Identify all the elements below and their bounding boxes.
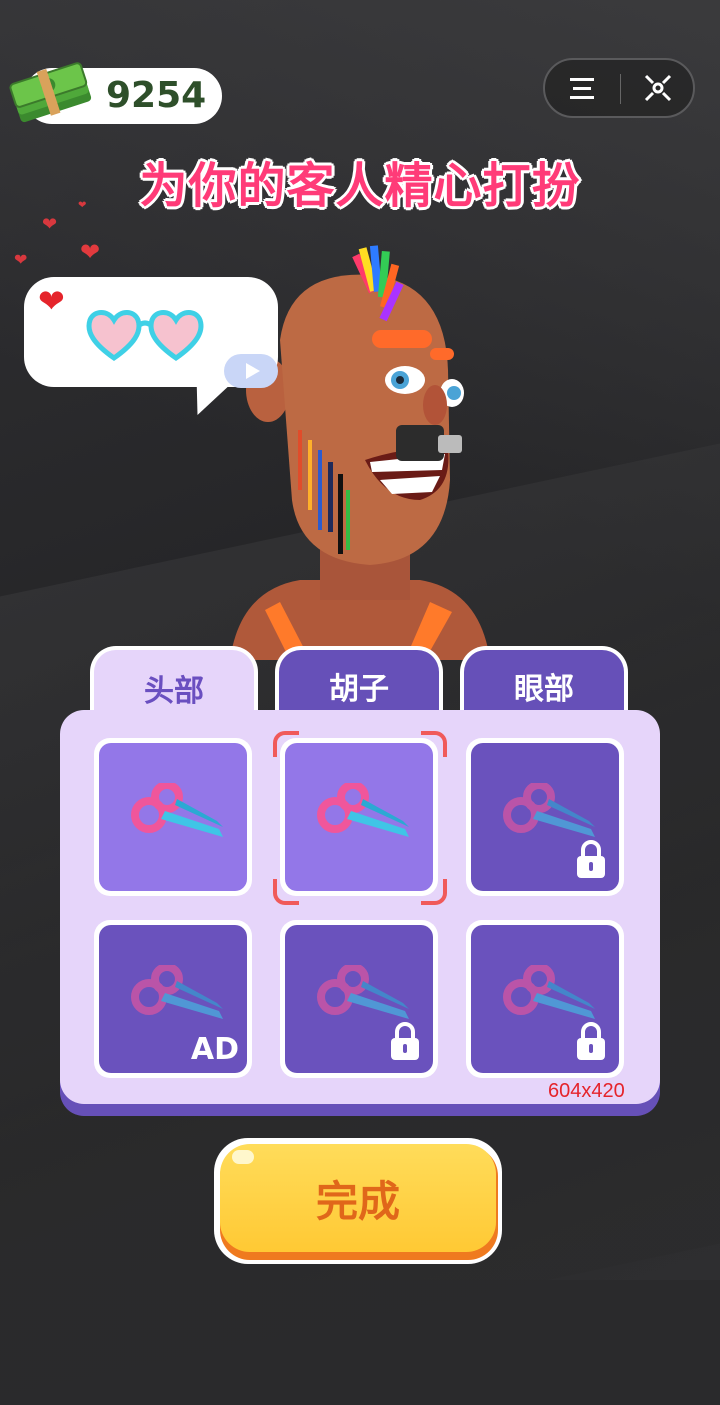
item-slot-2[interactable] [280, 738, 438, 896]
close-target-icon [644, 74, 672, 102]
selection-corner [421, 879, 447, 905]
slot-background [285, 925, 433, 1073]
lock-icon [391, 1022, 419, 1060]
scissors-icon [503, 783, 595, 837]
slot-background: AD [99, 925, 247, 1073]
selection-corner [273, 879, 299, 905]
slot-background [471, 925, 619, 1073]
slot-background [99, 743, 247, 891]
slot-background [471, 743, 619, 891]
scissors-icon [317, 965, 409, 1019]
menu-icon [570, 78, 594, 99]
currency-value: 9254 [106, 75, 207, 116]
selection-corner [273, 731, 299, 757]
menu-button[interactable] [545, 60, 619, 116]
item-slot-3[interactable] [466, 738, 624, 896]
lock-icon [577, 840, 605, 878]
page-title: 为你的客人精心打扮 [139, 158, 581, 214]
item-slot-4[interactable]: AD [94, 920, 252, 1078]
selection-corner [421, 731, 447, 757]
close-button[interactable] [621, 60, 695, 116]
item-slot-5[interactable] [280, 920, 438, 1078]
slot-background [285, 743, 433, 891]
done-button[interactable]: 完成 [220, 1144, 496, 1252]
done-button-shine [232, 1150, 254, 1164]
item-slot-6[interactable] [466, 920, 624, 1078]
lock-icon [577, 1022, 605, 1060]
heart-sunglasses-icon [86, 310, 204, 362]
floating-heart-icon: ❤ [78, 200, 87, 211]
floating-heart-icon: ❤ [42, 214, 58, 235]
scissors-icon [131, 965, 223, 1019]
scissors-icon [131, 783, 223, 837]
floating-heart-icon: ❤ [14, 250, 28, 269]
item-slot-1[interactable] [94, 738, 252, 896]
floating-heart-icon: ❤ [80, 238, 101, 266]
play-icon[interactable] [224, 354, 278, 388]
scissors-icon [503, 965, 595, 1019]
mini-program-capsule [543, 58, 695, 118]
cash-stack-icon [9, 62, 92, 123]
heart-icon: ❤ [38, 282, 65, 320]
scissors-icon [317, 783, 409, 837]
ad-badge: AD [190, 1032, 239, 1067]
panel-size-label: 604x420 [548, 1080, 625, 1102]
